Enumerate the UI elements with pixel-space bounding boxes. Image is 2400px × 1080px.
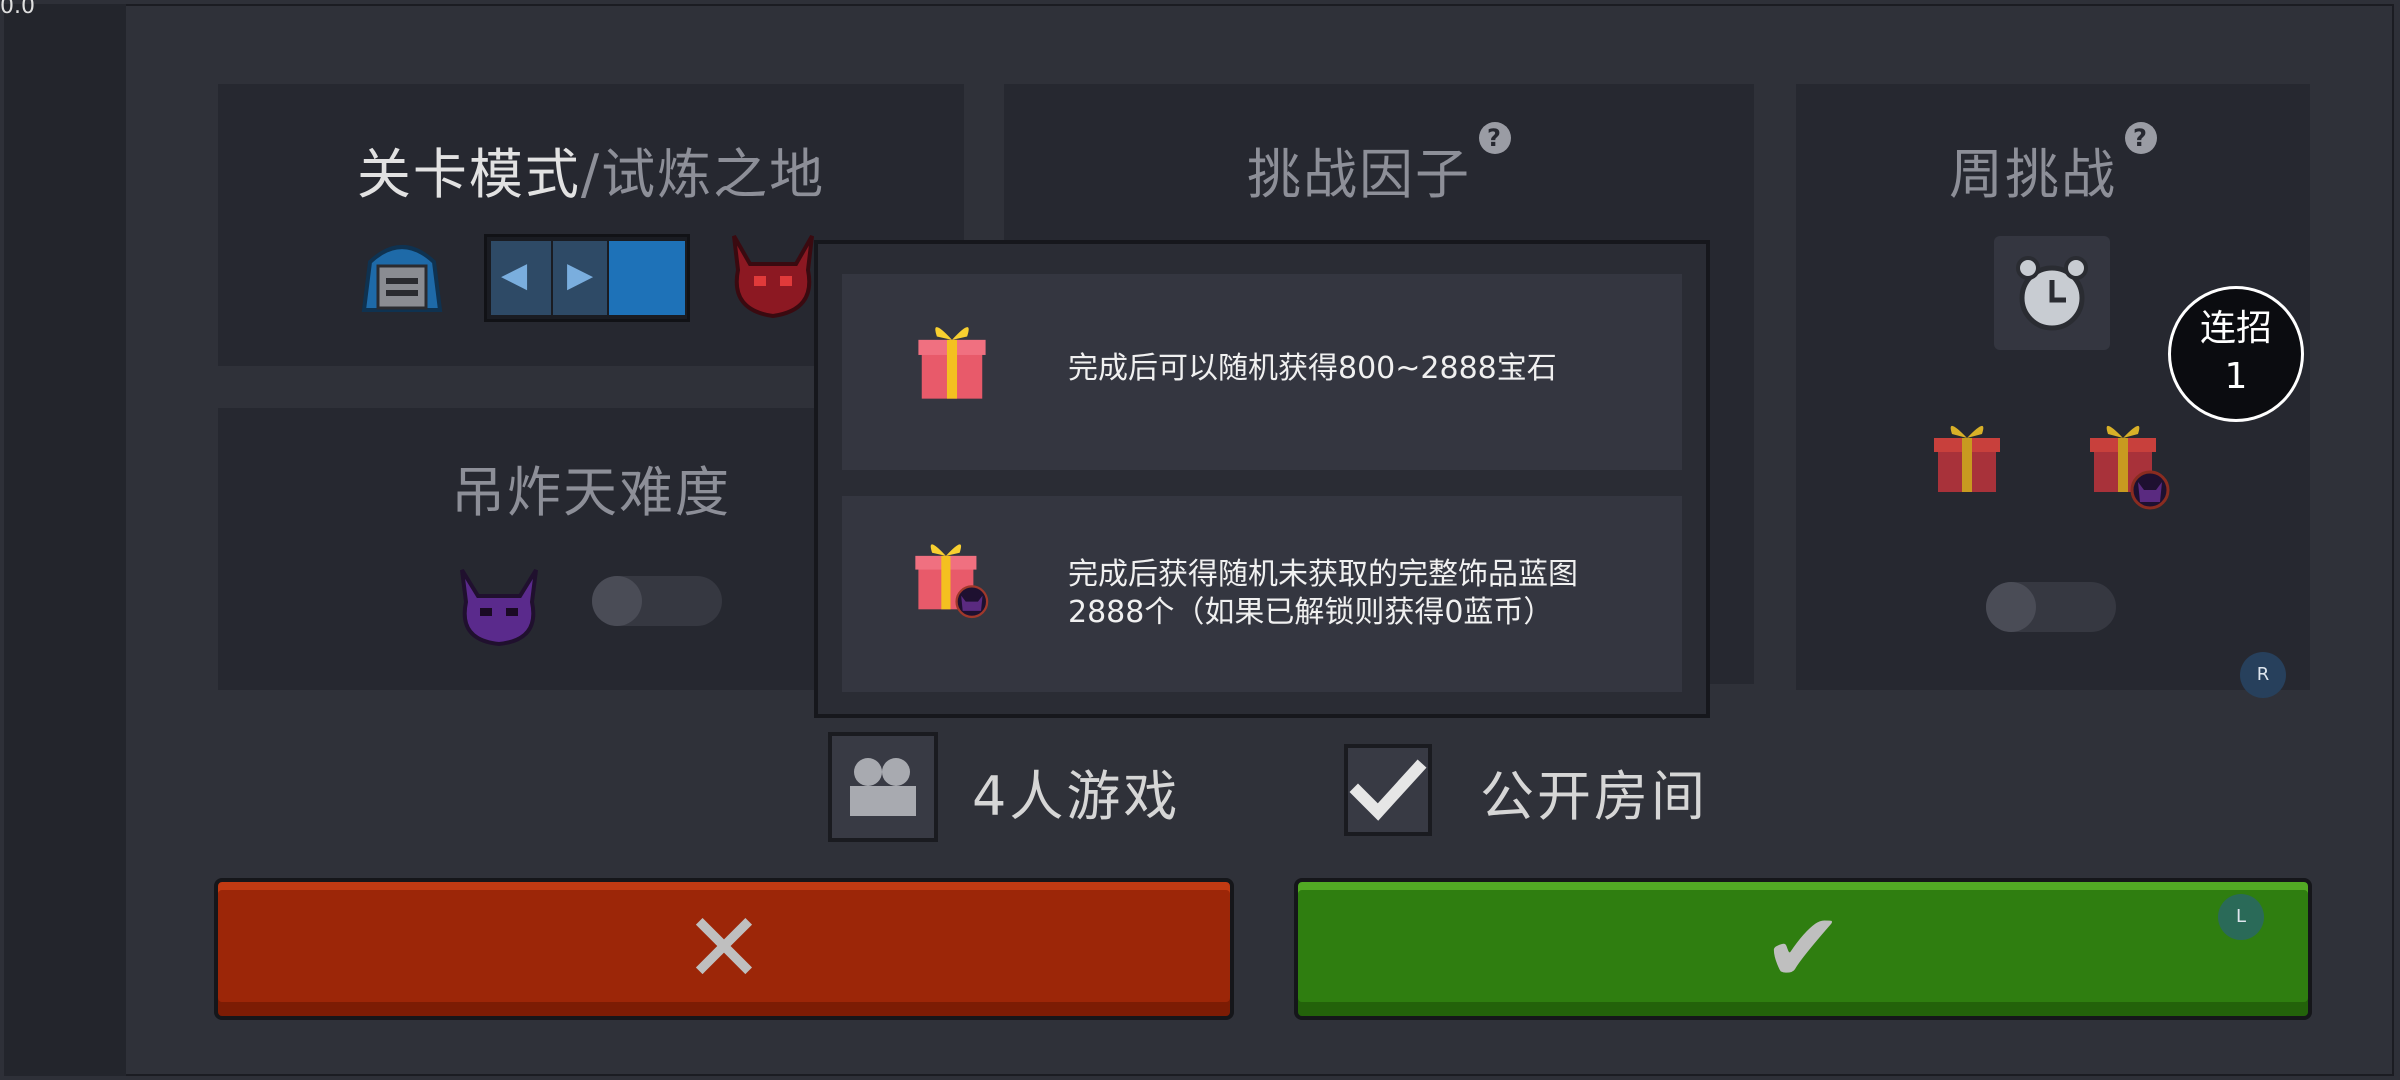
reward-text: 完成后可以随机获得800~2888宝石 [1068,351,1557,386]
reward-row: 完成后获得随机未获取的完整饰品蓝图2888个（如果已解锁则获得0蓝币） [842,496,1682,692]
players-icon [850,758,916,816]
combo-count: 1 [2224,356,2248,397]
level-mode-main: 关卡模式 [356,143,581,206]
combo-label: 连招 [2199,308,2272,349]
hard-difficulty-toggle[interactable] [592,576,722,626]
arrow-left-icon: ◀ [501,255,528,295]
level-mode-title: 关卡模式/试炼之地 [218,130,964,209]
arrow-right-icon: ▶ [567,255,594,295]
left-bumper-badge: L [2218,894,2264,940]
demon-helmet-purple-icon [460,568,538,647]
version-label: 0.0 [0,0,35,19]
confirm-button[interactable]: ✔ [1294,878,2312,1020]
checkmark-icon [1349,759,1427,821]
cancel-button[interactable]: ✕ [214,878,1234,1020]
gift-icon [918,327,986,399]
check-icon: ✔ [1762,892,1844,1004]
knight-helmet-icon [361,245,443,312]
help-icon[interactable]: ? [1479,122,1511,154]
public-room-checkbox[interactable] [1344,744,1432,836]
challenge-factor-title: 挑战因子? [1004,122,1754,209]
weekly-challenge-toggle[interactable] [1986,582,2116,632]
gift-icon [1934,425,2000,492]
close-icon: ✕ [683,892,765,1004]
demon-helmet-red-icon [732,235,814,319]
level-mode-separator: / [580,143,602,206]
left-edge-strip [4,4,126,1076]
gift-blueprint-icon [915,544,989,619]
reward-text: 完成后获得随机未获取的完整饰品蓝图2888个（如果已解锁则获得0蓝币） [1068,557,1578,630]
players-label: 4人游戏 [972,765,1181,828]
level-mode-sub: 试炼之地 [601,143,826,206]
reward-row: 完成后可以随机获得800~2888宝石 [842,274,1682,470]
combo-counter: 连招 1 [2168,286,2304,422]
reward-info-popup: 完成后可以随机获得800~2888宝石 完成后获得随机未获取的完整饰品蓝图288… [814,240,1710,718]
help-icon[interactable]: ? [2125,122,2157,154]
alarm-clock-icon [1994,236,2110,350]
weekly-challenge-title: 周挑战? [1796,122,2310,209]
players-button[interactable] [828,732,938,842]
public-room-label: 公开房间 [1480,765,1708,828]
right-bumper-badge: R [2240,652,2286,698]
gift-blueprint-icon [2090,425,2170,510]
level-mode-slider[interactable]: ◀ ▶ [484,234,690,322]
